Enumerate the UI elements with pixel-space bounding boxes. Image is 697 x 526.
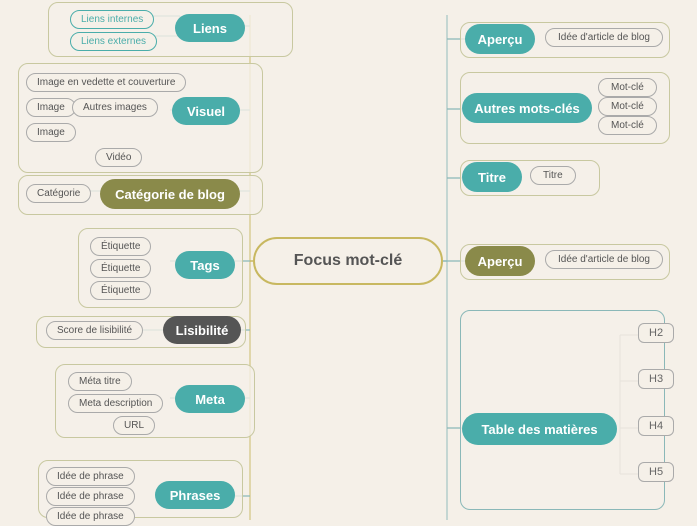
main-apercu2: Aperçu <box>465 246 535 276</box>
main-table: Table des matières <box>462 413 617 445</box>
h2-node: H2 <box>638 323 674 343</box>
sub-apercu2-idea: Idée d'article de blog <box>545 250 663 269</box>
sub-liens-externes: Liens externes <box>70 32 157 51</box>
sub-phrase3: Idée de phrase <box>46 507 135 526</box>
sub-categorie: Catégorie <box>26 184 91 203</box>
sub-mot3: Mot-clé <box>598 116 657 135</box>
sub-titre: Titre <box>530 166 576 185</box>
sub-apercu1-idea: Idée d'article de blog <box>545 28 663 47</box>
h4-node: H4 <box>638 416 674 436</box>
sub-mot2: Mot-clé <box>598 97 657 116</box>
sub-image1: Image <box>26 98 76 117</box>
sub-score: Score de lisibilité <box>46 321 143 340</box>
sub-phrase2: Idée de phrase <box>46 487 135 506</box>
center-node: Focus mot-clé <box>253 237 443 285</box>
sub-image-vedette: Image en vedette et couverture <box>26 73 186 92</box>
main-apercu1: Aperçu <box>465 24 535 54</box>
main-tags: Tags <box>175 251 235 279</box>
sub-meta-titre: Méta titre <box>68 372 132 391</box>
main-titre: Titre <box>462 162 522 192</box>
group-table <box>460 310 665 510</box>
center-label: Focus mot-clé <box>294 252 402 270</box>
main-visuel: Visuel <box>172 97 240 125</box>
sub-autres-images: Autres images <box>72 98 158 117</box>
sub-meta-desc: Meta description <box>68 394 163 413</box>
main-phrases: Phrases <box>155 481 235 509</box>
main-liens: Liens <box>175 14 245 42</box>
sub-mot1: Mot-clé <box>598 78 657 97</box>
h3-node: H3 <box>638 369 674 389</box>
main-lisibilite: Lisibilité <box>163 316 241 344</box>
main-meta: Meta <box>175 385 245 413</box>
main-categorie: Catégorie de blog <box>100 179 240 209</box>
sub-etiquette2: Étiquette <box>90 259 151 278</box>
sub-url: URL <box>113 416 155 435</box>
sub-etiquette1: Étiquette <box>90 237 151 256</box>
sub-phrase1: Idée de phrase <box>46 467 135 486</box>
sub-video: Vidéo <box>95 148 142 167</box>
sub-etiquette3: Étiquette <box>90 281 151 300</box>
sub-image2: Image <box>26 123 76 142</box>
h5-node: H5 <box>638 462 674 482</box>
main-autres-mots: Autres mots-clés <box>462 93 592 123</box>
sub-liens-internes: Liens internes <box>70 10 154 29</box>
